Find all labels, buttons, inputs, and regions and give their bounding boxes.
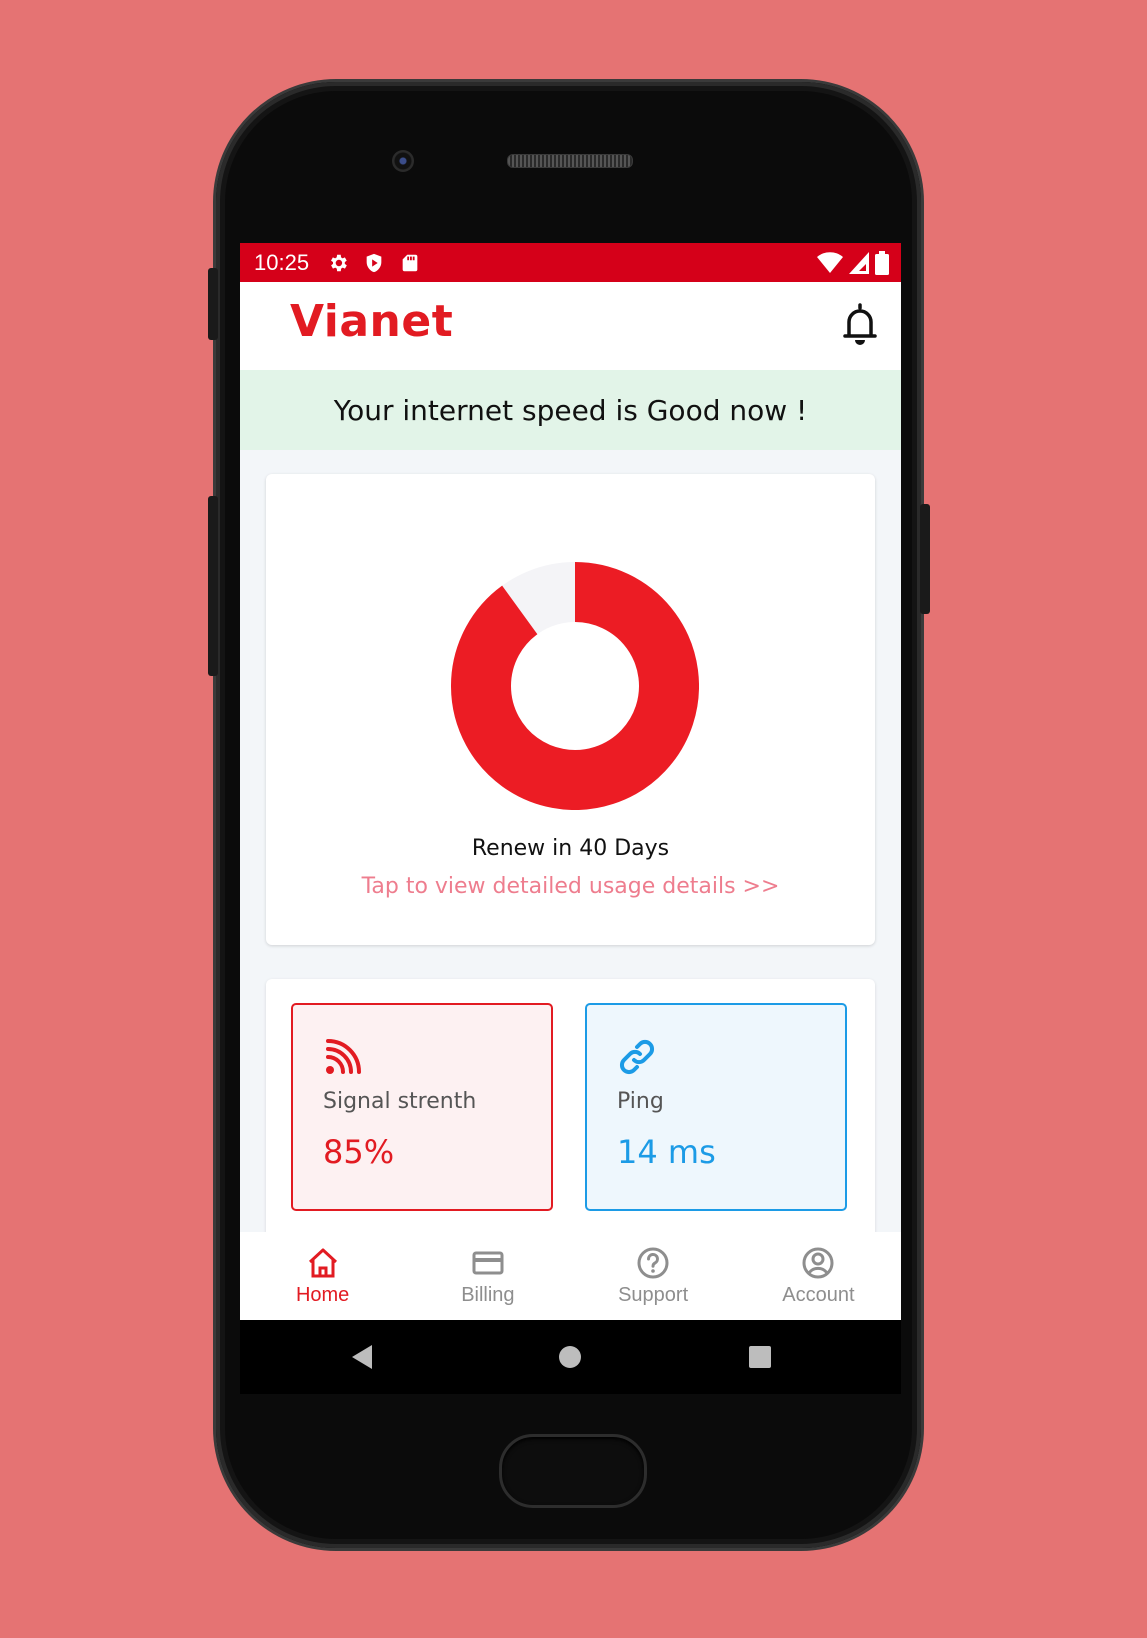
- nav-account-label: Account: [782, 1283, 855, 1306]
- renew-text: Renew in 40 Days: [471, 836, 670, 861]
- sd-card-icon: [402, 254, 418, 271]
- nav-home[interactable]: Home: [240, 1232, 405, 1320]
- settings-icon: [331, 254, 347, 271]
- card-icon: [472, 1251, 504, 1274]
- ping-value: 14 ms: [617, 1133, 716, 1171]
- speed-status-banner: Your internet speed is Good now !: [240, 370, 901, 450]
- phone-side-button-left: [208, 268, 218, 340]
- usage-card[interactable]: Renew in 40 Days Tap to view detailed us…: [266, 474, 875, 945]
- nav-support[interactable]: Support: [571, 1232, 736, 1320]
- status-bar: 10:25: [240, 243, 901, 282]
- shield-play-icon: [366, 253, 382, 272]
- nav-support-label: Support: [618, 1283, 689, 1306]
- account-icon: [802, 1247, 834, 1278]
- ping-tile[interactable]: Ping 14 ms: [585, 1003, 847, 1211]
- recents-icon[interactable]: [748, 1345, 772, 1369]
- app-bar: Vianet: [240, 282, 901, 370]
- home-icon: [308, 1248, 337, 1277]
- hardware-home-button[interactable]: [499, 1434, 647, 1508]
- ping-label: Ping: [617, 1089, 664, 1114]
- back-icon[interactable]: [350, 1345, 374, 1369]
- usage-details-link[interactable]: Tap to view detailed usage details >>: [266, 874, 875, 899]
- brand-logo-text: Vianet: [290, 296, 454, 347]
- phone-side-button-left-lower: [208, 496, 218, 676]
- bottom-navigation: Home Billing Support Account: [240, 1232, 901, 1320]
- system-navigation-bar: [240, 1320, 901, 1394]
- phone-side-button-right: [920, 504, 930, 614]
- nav-billing-label: Billing: [461, 1283, 515, 1306]
- help-icon: [637, 1247, 669, 1278]
- rss-signal-icon: [326, 1039, 361, 1074]
- stats-card: Signal strenth 85% Ping 14 ms: [266, 979, 875, 1239]
- phone-screen: 10:25 Vianet Your internet speed is Good…: [240, 243, 901, 1394]
- battery-icon: [875, 250, 889, 275]
- cell-signal-icon: [849, 251, 869, 274]
- bell-icon[interactable]: [840, 302, 880, 346]
- status-time: 10:25: [254, 249, 310, 275]
- signal-label: Signal strenth: [323, 1089, 477, 1114]
- front-camera: [392, 150, 414, 172]
- signal-strength-tile[interactable]: Signal strenth 85%: [291, 1003, 553, 1211]
- earpiece-speaker: [507, 154, 633, 168]
- nav-account[interactable]: Account: [736, 1232, 901, 1320]
- nav-home-label: Home: [295, 1283, 350, 1306]
- wifi-icon: [817, 251, 843, 273]
- link-icon: [619, 1039, 655, 1075]
- usage-donut-chart: [451, 562, 699, 810]
- nav-billing[interactable]: Billing: [405, 1232, 570, 1320]
- status-right-icons: [817, 250, 889, 275]
- home-circle-icon[interactable]: [558, 1345, 582, 1369]
- signal-value: 85%: [323, 1133, 395, 1171]
